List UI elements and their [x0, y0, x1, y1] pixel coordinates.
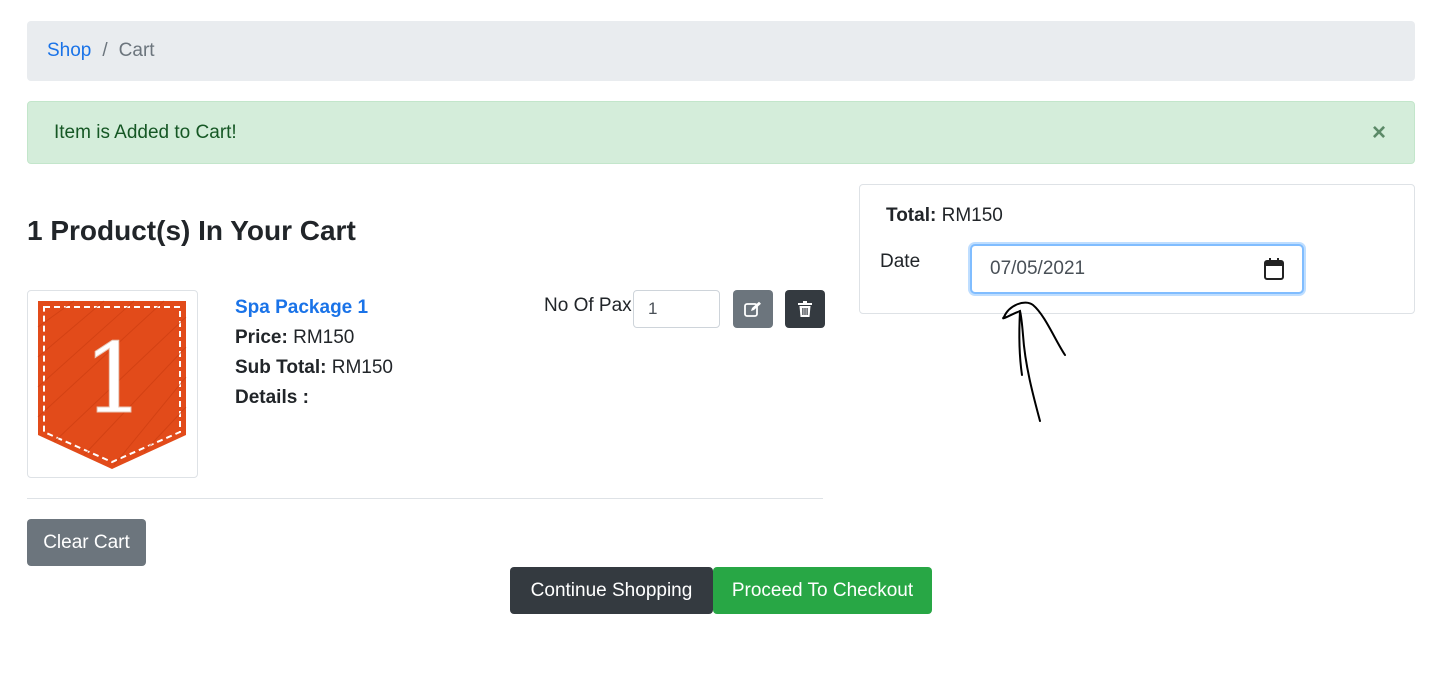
cart-divider — [27, 498, 823, 499]
product-thumbnail: 1 — [27, 290, 198, 478]
details-row: Details : — [235, 383, 393, 413]
total-row: Total: RM150 — [886, 205, 1003, 227]
breadcrumb-separator: / — [102, 40, 108, 61]
trash-icon — [798, 301, 812, 317]
proceed-to-checkout-button[interactable]: Proceed To Checkout — [713, 567, 932, 614]
product-info: Spa Package 1 Price: RM150 Sub Total: RM… — [235, 293, 393, 413]
price-value: RM150 — [293, 327, 355, 348]
total-label: Total: — [886, 205, 937, 226]
date-value: 07/05/2021 — [990, 258, 1086, 279]
alert-message: Item is Added to Cart! — [54, 121, 237, 143]
breadcrumb-current: Cart — [118, 40, 155, 61]
pocket-number-image: 1 — [37, 300, 187, 469]
update-item-button[interactable] — [733, 290, 773, 328]
cart-heading: 1 Product(s) In Your Cart — [27, 215, 356, 246]
calendar-icon[interactable] — [1264, 258, 1284, 280]
thumbnail-number: 1 — [83, 323, 144, 435]
date-input[interactable]: 07/05/2021 — [970, 244, 1304, 294]
price-label: Price: — [235, 327, 288, 348]
subtotal-value: RM150 — [331, 357, 393, 378]
clear-cart-button[interactable]: Clear Cart — [27, 519, 146, 566]
breadcrumb-shop-link[interactable]: Shop — [47, 40, 91, 62]
order-summary-card: Total: RM150 Date 07/05/2021 — [859, 184, 1415, 314]
edit-icon — [744, 301, 761, 317]
hand-drawn-arrow-annotation — [1002, 301, 1066, 422]
close-icon[interactable]: × — [1372, 121, 1386, 145]
breadcrumb: Shop / Cart — [27, 21, 1415, 81]
price-row: Price: RM150 — [235, 323, 393, 353]
subtotal-label: Sub Total: — [235, 357, 327, 378]
remove-item-button[interactable] — [785, 290, 825, 328]
subtotal-row: Sub Total: RM150 — [235, 353, 393, 383]
date-label: Date — [880, 251, 921, 272]
total-value: RM150 — [941, 205, 1003, 226]
pax-quantity-input[interactable] — [633, 290, 720, 328]
continue-shopping-button[interactable]: Continue Shopping — [510, 567, 713, 614]
details-label: Details : — [235, 387, 309, 408]
success-alert: Item is Added to Cart! × — [27, 101, 1415, 164]
pax-label: No Of Pax — [544, 295, 632, 316]
product-name-link[interactable]: Spa Package 1 — [235, 293, 393, 323]
